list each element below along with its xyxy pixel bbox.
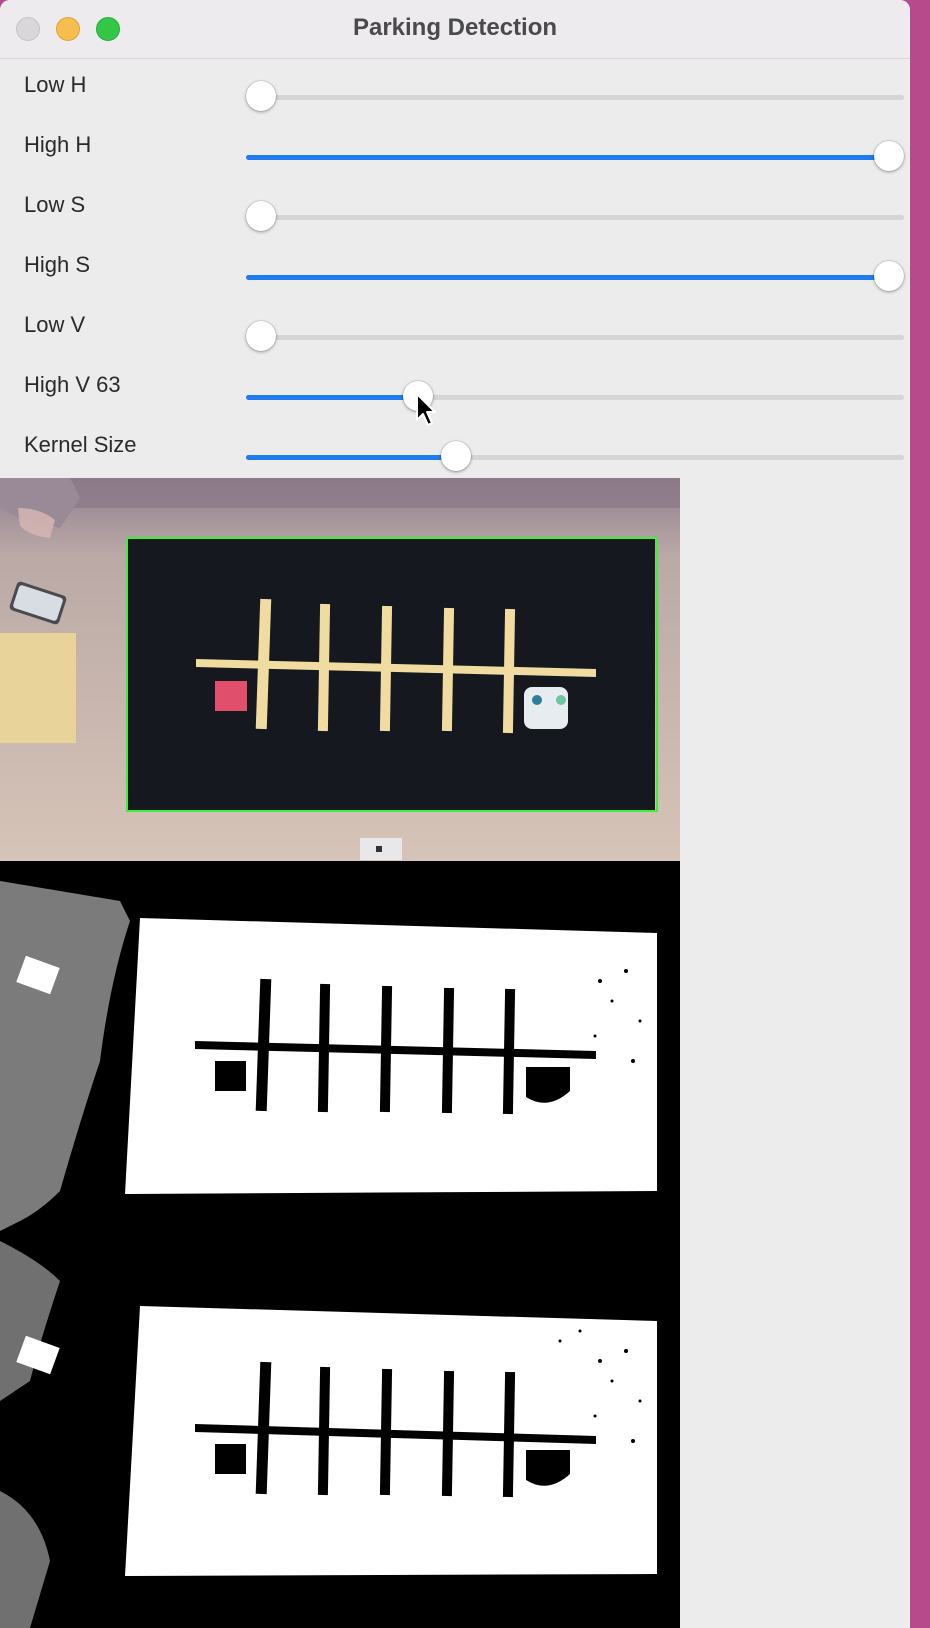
- slider-track[interactable]: [246, 95, 904, 100]
- slider-row: Low V: [0, 302, 910, 362]
- slider-fill: [246, 455, 450, 460]
- slider-fill: [246, 275, 904, 280]
- slider-row: High S: [0, 242, 910, 302]
- app-window: Parking Detection Low H High H Low S High S…: [0, 0, 910, 1628]
- slider-fill: [246, 395, 411, 400]
- threshold-mask-image: [0, 861, 680, 1628]
- slider-thumb[interactable]: [440, 441, 471, 471]
- slider-track[interactable]: [246, 155, 904, 160]
- slider-row: High V 63: [0, 362, 910, 422]
- slider-row: High H: [0, 122, 910, 182]
- slider-label: Low S: [24, 192, 86, 217]
- slider-track[interactable]: [246, 215, 904, 220]
- slider-thumb[interactable]: [246, 321, 276, 351]
- slider-label: Kernel Size: [24, 432, 137, 457]
- slider-thumb[interactable]: [874, 141, 904, 171]
- title-bar: Parking Detection: [0, 0, 910, 59]
- mask-board-top: [125, 918, 657, 1194]
- slider-thumb[interactable]: [246, 201, 276, 231]
- slider-track[interactable]: [246, 275, 904, 280]
- camera-feed-image: [0, 478, 680, 861]
- slider-label: High H: [24, 132, 92, 157]
- slider-row: Low S: [0, 182, 910, 242]
- slider-track[interactable]: [246, 395, 904, 400]
- slider-label: Low H: [24, 72, 87, 97]
- mask-board-bottom: [125, 1306, 657, 1576]
- window-title: Parking Detection: [352, 14, 558, 41]
- slider-label: High V 63: [24, 372, 121, 397]
- slider-thumb[interactable]: [246, 81, 276, 111]
- mouse-cursor-icon: [416, 393, 436, 426]
- slider-row: Kernel Size: [0, 422, 910, 482]
- slider-track[interactable]: [246, 455, 904, 460]
- slider-fill: [246, 155, 904, 160]
- slider-label: High S: [24, 252, 91, 277]
- slider-row: Low H: [0, 62, 910, 122]
- slider-thumb[interactable]: [874, 261, 904, 291]
- slider-track[interactable]: [246, 335, 904, 340]
- slider-label: Low V: [24, 312, 86, 337]
